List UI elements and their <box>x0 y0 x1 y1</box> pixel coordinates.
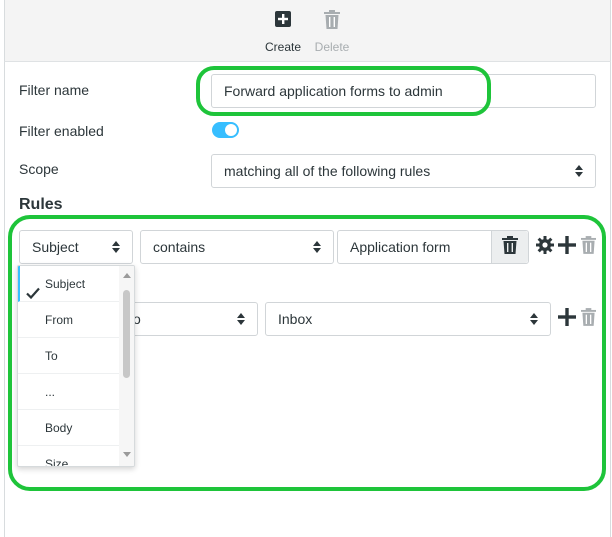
trash-icon <box>502 235 518 259</box>
dropdown-option-label: ... <box>45 385 56 399</box>
action-type-value: o <box>133 311 141 327</box>
dropdown-option-body[interactable]: Body <box>18 410 120 446</box>
dropdown-option-label: Subject <box>45 277 86 291</box>
select-arrows-icon <box>530 312 538 326</box>
delete-action-button[interactable] <box>578 307 598 331</box>
delete-button[interactable]: Delete <box>304 10 360 56</box>
dropdown-option-label: From <box>45 313 73 327</box>
rule-operator-value: contains <box>153 239 206 255</box>
select-arrows-icon <box>313 240 321 254</box>
select-arrows-icon <box>237 312 245 326</box>
dropdown-scrollbar[interactable] <box>119 266 134 466</box>
scrollbar-thumb[interactable] <box>123 290 130 378</box>
dropdown-option-more[interactable]: ... <box>18 374 120 410</box>
dropdown-option-label: To <box>45 349 58 363</box>
trash-icon <box>580 307 596 331</box>
dropdown-option-from[interactable]: From <box>18 302 120 338</box>
rule-settings-button[interactable] <box>535 235 555 259</box>
filter-enabled-toggle[interactable] <box>212 122 239 138</box>
dropdown-option-to[interactable]: To <box>18 338 120 374</box>
add-rule-button[interactable] <box>557 235 577 259</box>
gear-icon <box>536 235 554 259</box>
dropdown-option-label: Size <box>45 457 69 467</box>
filter-name-value: Forward application forms to admin <box>224 83 443 99</box>
action-target-select[interactable]: Inbox <box>265 302 551 336</box>
scroll-up-icon[interactable] <box>123 273 131 278</box>
filter-name-label: Filter name <box>19 82 90 98</box>
scope-value: matching all of the following rules <box>224 163 431 179</box>
dropdown-option-size[interactable]: Size <box>18 446 120 467</box>
rule-field-dropdown[interactable]: Subject From To ... Body Size <box>17 265 135 467</box>
action-target-value: Inbox <box>278 311 313 327</box>
trash-icon <box>304 10 360 32</box>
rule-field-value: Subject <box>32 239 79 255</box>
scope-label: Scope <box>19 161 59 177</box>
rule-field-select[interactable]: Subject <box>19 230 133 264</box>
trash-icon <box>580 235 596 259</box>
rules-heading: Rules <box>19 196 63 213</box>
scroll-down-icon[interactable] <box>123 452 131 457</box>
toggle-knob <box>225 124 237 136</box>
create-label: Create <box>264 40 302 54</box>
plus-icon <box>558 307 576 331</box>
rule-operator-select[interactable]: contains <box>140 230 334 264</box>
add-action-button[interactable] <box>557 307 577 331</box>
plus-icon <box>558 235 576 259</box>
action-type-select[interactable]: o <box>120 302 258 336</box>
delete-rule-button[interactable] <box>578 235 598 259</box>
plus-square-icon <box>255 10 311 32</box>
scope-select[interactable]: matching all of the following rules <box>211 154 596 188</box>
rule-value-delete-button[interactable] <box>491 231 528 263</box>
filter-enabled-label: Filter enabled <box>19 123 104 139</box>
delete-label: Delete <box>314 40 350 54</box>
dropdown-option-subject[interactable]: Subject <box>18 266 120 302</box>
select-arrows-icon <box>575 164 583 178</box>
dropdown-option-label: Body <box>45 421 73 435</box>
filter-name-input[interactable]: Forward application forms to admin <box>211 74 596 108</box>
create-button[interactable]: Create <box>255 10 311 56</box>
select-arrows-icon <box>112 240 120 254</box>
